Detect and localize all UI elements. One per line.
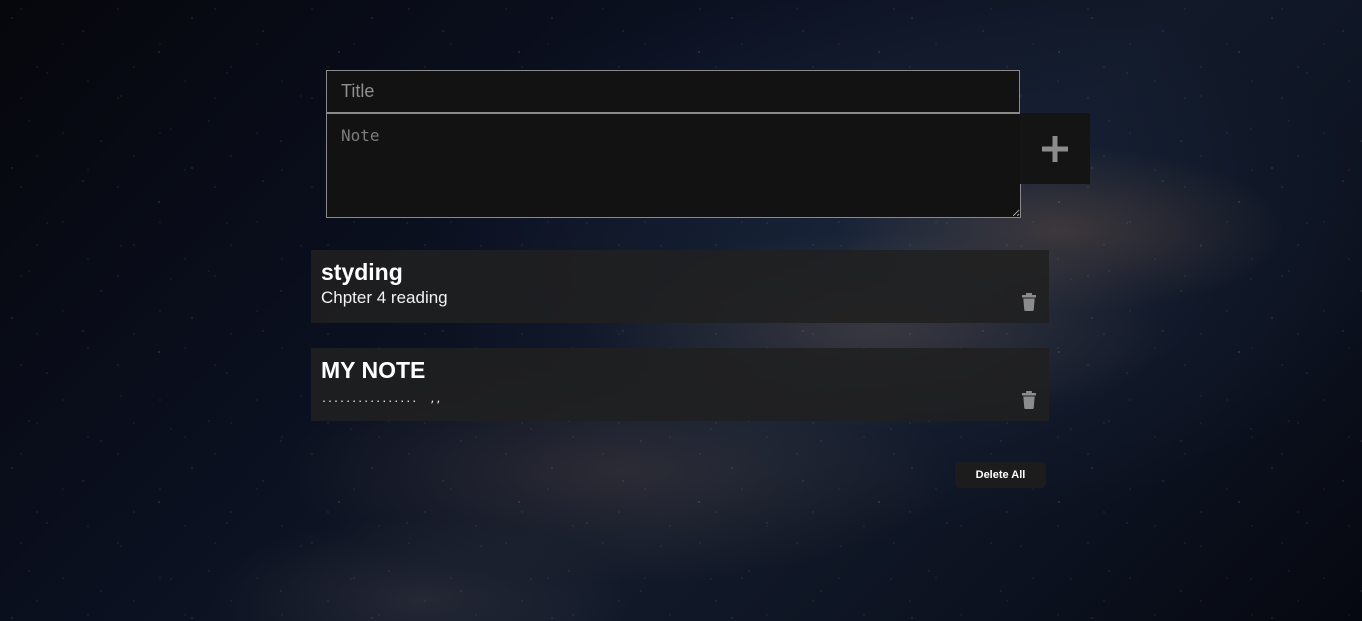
note-body: Chpter 4 reading bbox=[321, 288, 448, 307]
trash-icon bbox=[1022, 293, 1036, 311]
note-title: styding bbox=[321, 259, 403, 285]
notes-app: styding Chpter 4 reading MY NOTE .......… bbox=[0, 0, 1362, 621]
add-note-button[interactable] bbox=[1020, 113, 1090, 184]
note-body: ................ ,, bbox=[321, 394, 442, 405]
delete-note-button[interactable] bbox=[1021, 293, 1037, 311]
delete-note-button[interactable] bbox=[1021, 391, 1037, 409]
note-title: MY NOTE bbox=[321, 357, 426, 383]
trash-icon bbox=[1022, 391, 1036, 409]
note-card: MY NOTE ................ ,, bbox=[311, 348, 1049, 421]
plus-icon bbox=[1042, 135, 1068, 162]
title-input[interactable] bbox=[326, 70, 1020, 113]
note-textarea[interactable] bbox=[326, 113, 1021, 218]
note-card: styding Chpter 4 reading bbox=[311, 250, 1049, 323]
delete-all-button[interactable]: Delete All bbox=[955, 462, 1046, 488]
